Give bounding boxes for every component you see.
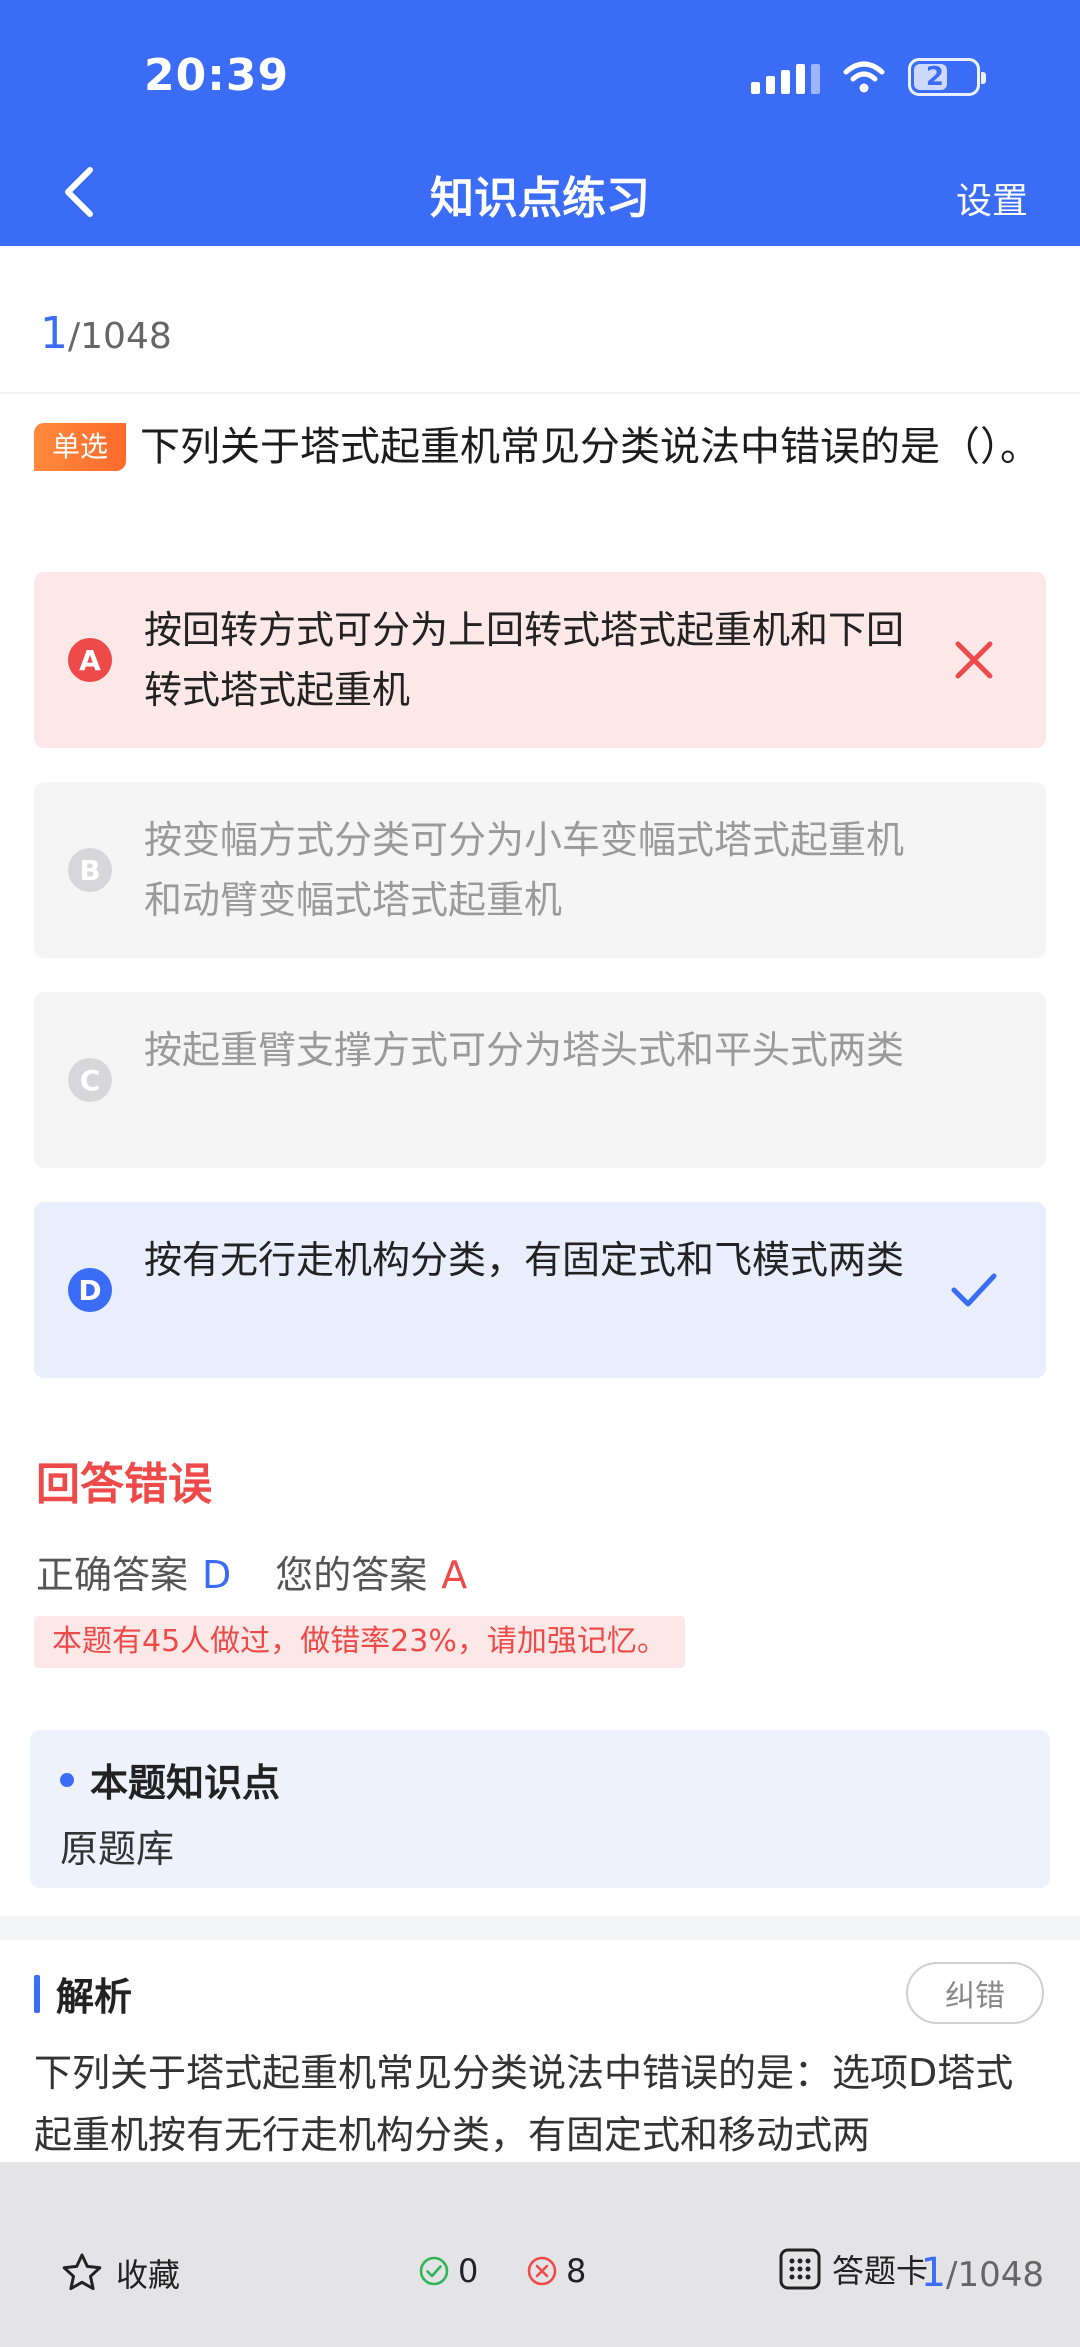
answer-card-label: 答题卡 [832, 2252, 929, 2290]
wrong-x-icon [955, 641, 993, 679]
option-text: 按起重臂支撑方式可分为塔头式和平头式两类 [144, 1028, 905, 1072]
bottom-bar: 收藏 0 8 答题卡 1/1048 [0, 2162, 1080, 2347]
report-error-button[interactable]: 纠错 [906, 1962, 1044, 2024]
right-count-value: 0 [458, 2252, 479, 2290]
answer-summary: 正确答案 D 您的答案 A [36, 1544, 467, 1599]
status-time: 20:39 [144, 50, 290, 101]
favorite-label: 收藏 [116, 2256, 181, 2294]
wrong-count-value: 8 [566, 2252, 587, 2290]
option-a[interactable]: A 按回转方式可分为上回转式塔式起重机和下回转式塔式起重机 [34, 572, 1046, 748]
bottom-progress-current: 1 [920, 2250, 947, 2296]
battery-level: 21 [925, 62, 963, 92]
bullet-dot-icon [60, 1772, 74, 1787]
question-stem: 单选 下列关于塔式起重机常见分类说法中错误的是（）。 [34, 418, 1044, 476]
divider [0, 392, 1080, 394]
knowledge-point-heading: 本题知识点 [90, 1761, 281, 1805]
section-divider [0, 1916, 1080, 1940]
answer-card-button[interactable]: 答题卡 [778, 2246, 928, 2292]
wrong-count-icon [527, 2256, 557, 2286]
right-count-icon [419, 2256, 449, 2286]
bottom-progress-total: /1048 [946, 2255, 1044, 2295]
option-letter: B [68, 848, 112, 892]
heading-bar-icon [34, 1974, 40, 2013]
knowledge-point-card: 本题知识点 原题库 [30, 1730, 1050, 1888]
question-text: 下列关于塔式起重机常见分类说法中错误的是（）。 [140, 424, 1041, 470]
your-answer-value: A [441, 1553, 468, 1597]
knowledge-point-title: 本题知识点 [60, 1752, 280, 1807]
page-title: 知识点练习 [430, 173, 650, 224]
option-text: 按回转方式可分为上回转式塔式起重机和下回转式塔式起重机 [144, 608, 905, 712]
knowledge-point-value: 原题库 [60, 1827, 175, 1871]
answer-card-icon [779, 2248, 821, 2290]
battery-icon: 21 [908, 58, 986, 96]
right-count: 0 [418, 2252, 478, 2290]
option-letter: A [68, 638, 112, 682]
status-icons: 21 [751, 58, 986, 96]
option-d[interactable]: D 按有无行走机构分类，有固定式和飞模式两类 [34, 1202, 1046, 1378]
question-type-tag: 单选 [34, 423, 127, 471]
analysis-text: 下列关于塔式起重机常见分类说法中错误的是：选项D塔式起重机按有无行走机构分类，有… [34, 2051, 1014, 2157]
option-letter: C [68, 1058, 112, 1102]
correct-answer-value: D [202, 1553, 232, 1597]
counter-total: /1048 [68, 316, 172, 357]
top-bar: 20:39 21 知识点练习 设置 [0, 0, 1080, 246]
option-letter: D [68, 1268, 112, 1312]
wrong-count: 8 [526, 2252, 586, 2290]
option-c[interactable]: C 按起重臂支撑方式可分为塔头式和平头式两类 [34, 992, 1046, 1168]
your-answer-label: 您的答案 [275, 1553, 428, 1597]
error-rate-note: 本题有45人做过，做错率23%，请加强记忆。 [34, 1616, 685, 1668]
star-icon [62, 2253, 102, 2291]
correct-answer-label: 正确答案 [36, 1553, 189, 1597]
check-icon [951, 1273, 997, 1307]
option-text: 按有无行走机构分类，有固定式和飞模式两类 [144, 1238, 905, 1282]
analysis-title: 解析 [56, 1975, 133, 2019]
counter-current: 1 [40, 308, 68, 359]
signal-icon [751, 60, 820, 94]
result-title: 回答错误 [36, 1459, 212, 1510]
option-text: 按变幅方式分类可分为小车变幅式塔式起重机和动臂变幅式塔式起重机 [144, 818, 905, 922]
bottom-progress: 1/1048 [921, 2250, 1044, 2296]
analysis-heading: 解析 [34, 1966, 132, 2021]
question-counter: 1/1048 [40, 308, 172, 359]
wifi-icon [843, 61, 885, 93]
settings-button[interactable]: 设置 [956, 172, 1028, 224]
option-b[interactable]: B 按变幅方式分类可分为小车变幅式塔式起重机和动臂变幅式塔式起重机 [34, 782, 1046, 958]
favorite-button[interactable]: 收藏 [60, 2250, 180, 2296]
